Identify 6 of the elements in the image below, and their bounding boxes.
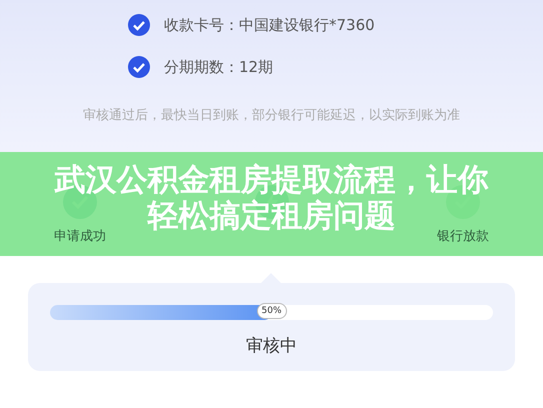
detail-label: 分期期数：12期 [164,58,274,76]
detail-label: 收款卡号：中国建设银行*7360 [164,16,375,34]
step-label: 银行放款 [437,229,489,244]
status-text: 审核中 [246,335,297,357]
note-text: 审核通过后，最快当日到账，部分银行可能延迟，以实际到账为准 [82,107,461,124]
progress-reading: 50% [256,303,286,319]
